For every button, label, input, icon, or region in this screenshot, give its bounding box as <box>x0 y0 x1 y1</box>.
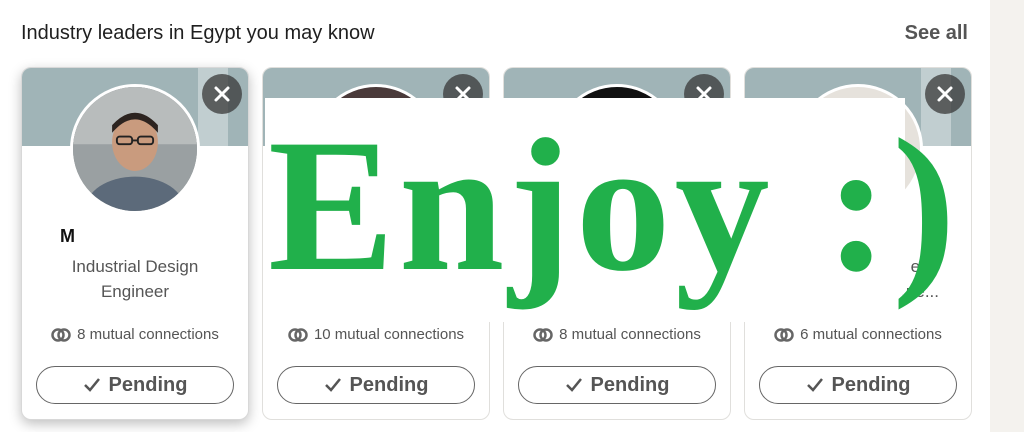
pending-button[interactable]: Pending <box>759 366 957 404</box>
close-icon <box>214 86 230 102</box>
avatar[interactable] <box>70 84 200 214</box>
recommendations-panel: Industry leaders in Egypt you may know S… <box>0 0 990 432</box>
mutual-connections[interactable]: 6 mutual connections <box>745 326 971 343</box>
person-headline: Industrial Design Engineer <box>71 257 199 301</box>
mutual-connections-icon <box>51 327 71 342</box>
mutual-connections[interactable]: 8 mutual connections <box>504 326 730 343</box>
section-heading: Industry leaders in Egypt you may know <box>21 22 375 44</box>
checkmark-icon <box>565 378 582 392</box>
person-card[interactable]: M Industrial Design Engineer 8 mutual co… <box>21 67 249 420</box>
pending-button[interactable]: Pending <box>518 366 716 404</box>
page-gutter <box>990 0 1024 432</box>
see-all-link[interactable]: See all <box>905 22 968 45</box>
mutual-connections-icon <box>533 327 553 342</box>
overlay-text: Enjoy :) <box>268 101 960 311</box>
checkmark-icon <box>806 378 823 392</box>
pending-button[interactable]: Pending <box>277 366 475 404</box>
checkmark-icon <box>83 378 100 392</box>
mutual-connections[interactable]: 10 mutual connections <box>263 326 489 343</box>
pending-button[interactable]: Pending <box>36 366 234 404</box>
checkmark-icon <box>324 378 341 392</box>
mutual-connections[interactable]: 8 mutual connections <box>22 326 248 343</box>
mutual-connections-icon <box>288 327 308 342</box>
person-name[interactable]: M <box>60 226 75 247</box>
mutual-connections-icon <box>774 327 794 342</box>
dismiss-button[interactable] <box>202 74 242 114</box>
